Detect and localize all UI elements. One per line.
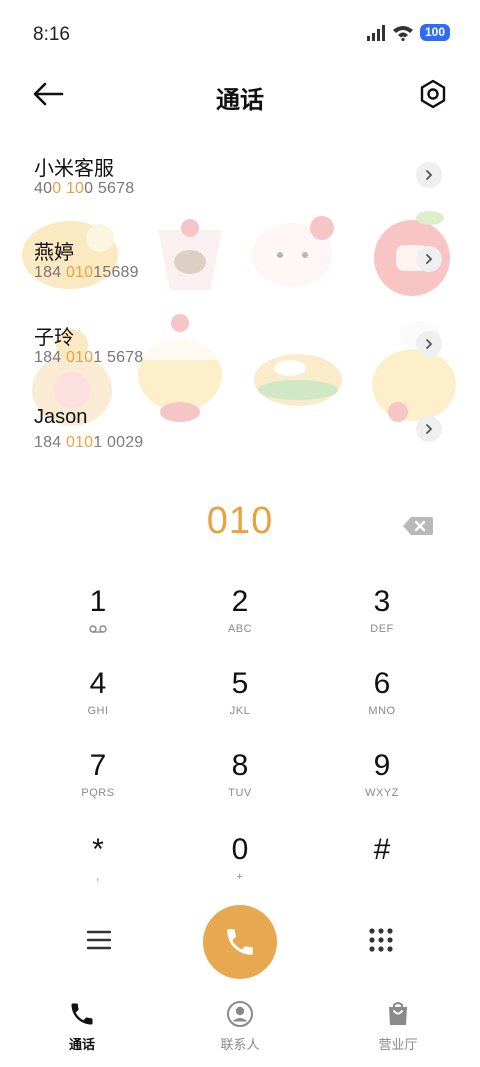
voicemail-icon — [89, 625, 107, 633]
key-5[interactable]: 5 JKL — [170, 664, 310, 744]
backspace-icon — [403, 517, 433, 535]
status-icons: 100 — [366, 24, 450, 41]
settings-icon — [420, 79, 446, 109]
key-7[interactable]: 7 PQRS — [28, 746, 168, 826]
phone-icon — [227, 929, 253, 955]
key-hash[interactable]: # — [312, 830, 452, 910]
backspace-button[interactable] — [402, 514, 434, 538]
contact-row[interactable]: 燕婷 184 01015689 — [0, 224, 480, 294]
contact-name: 小米客服 — [34, 158, 114, 180]
phone-icon — [71, 1003, 93, 1025]
signal-icon — [366, 24, 385, 41]
contacts-icon — [227, 1001, 253, 1027]
contact-detail-button[interactable] — [416, 162, 442, 188]
contact-name: 子玲 — [34, 327, 74, 349]
contact-number: 184 01015689 — [34, 264, 139, 281]
key-star[interactable]: * , — [28, 830, 168, 910]
header: 通话 — [0, 70, 480, 120]
contact-row[interactable]: 子玲 184 0101 5678 — [0, 309, 480, 379]
menu-button[interactable] — [84, 926, 114, 954]
key-9[interactable]: 9 WXYZ — [312, 746, 452, 826]
dialpad-icon — [369, 928, 393, 952]
key-8[interactable]: 8 TUV — [170, 746, 310, 826]
store-icon — [389, 1002, 407, 1025]
contact-number: 400 100 5678 — [34, 180, 135, 197]
key-3[interactable]: 3 DEF — [312, 582, 452, 662]
nav-label: 通话 — [68, 1037, 95, 1052]
nav-tab-calls[interactable]: 通话 — [22, 1000, 142, 1060]
keypad-toggle-button[interactable] — [366, 925, 396, 955]
key-2[interactable]: 2 ABC — [170, 582, 310, 662]
key-4[interactable]: 4 GHI — [28, 664, 168, 744]
wifi-icon — [392, 25, 413, 41]
contact-name: Jason — [34, 406, 88, 428]
key-1[interactable]: 1 — [28, 582, 168, 662]
nav-label: 营业厅 — [378, 1037, 418, 1052]
chevron-right-icon — [426, 339, 433, 349]
bottom-nav: 通话 联系人 营业厅 — [0, 990, 480, 1067]
call-button[interactable] — [203, 905, 277, 979]
menu-icon — [86, 930, 112, 950]
contact-number: 184 0101 5678 — [34, 349, 144, 366]
contact-row[interactable]: 小米客服 400 100 5678 — [0, 140, 480, 210]
status-time: 8:16 — [33, 24, 70, 45]
nav-label: 联系人 — [220, 1037, 260, 1052]
contact-detail-button[interactable] — [416, 331, 442, 357]
key-0[interactable]: 0 + — [170, 830, 310, 910]
battery-icon: 100 — [419, 24, 450, 41]
key-6[interactable]: 6 MNO — [312, 664, 452, 744]
list-fade — [0, 440, 480, 500]
contact-name: 燕婷 — [34, 242, 74, 264]
chevron-right-icon — [426, 254, 433, 264]
contact-list: 小米客服 400 100 5678 燕婷 184 01015689 子玲 184… — [0, 140, 480, 490]
page-title: 通话 — [216, 87, 264, 114]
nav-tab-store[interactable]: 营业厅 — [338, 1000, 458, 1060]
status-bar: 8:16 100 — [0, 0, 480, 64]
contact-detail-button[interactable] — [416, 246, 442, 272]
chevron-right-icon — [426, 424, 433, 434]
contact-detail-button[interactable] — [416, 416, 442, 442]
chevron-right-icon — [426, 170, 433, 180]
settings-button[interactable] — [416, 77, 450, 111]
nav-tab-contacts[interactable]: 联系人 — [180, 1000, 300, 1060]
